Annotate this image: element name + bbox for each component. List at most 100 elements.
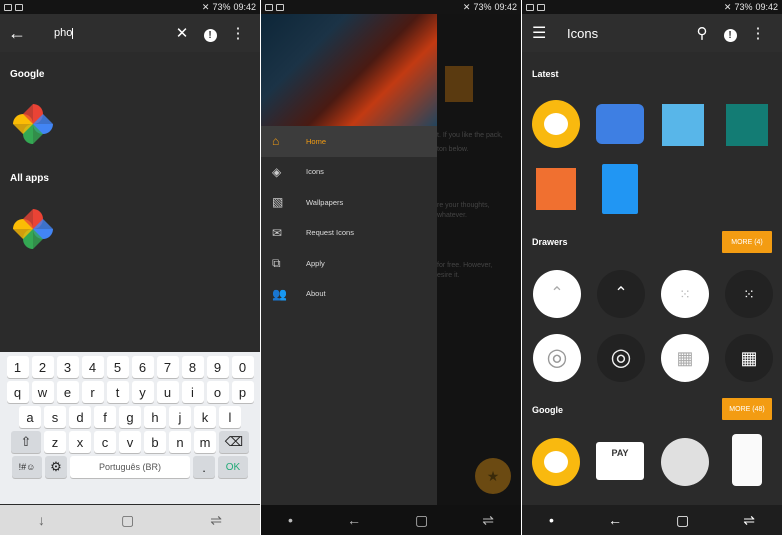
key-k[interactable]: k (194, 406, 216, 428)
duo-icon[interactable] (596, 104, 644, 144)
nav-back-icon[interactable]: ← (347, 512, 361, 528)
drawer-grid-icon[interactable]: ▦ (661, 334, 709, 382)
drawer-chevron-dark-icon[interactable]: ⌃ (597, 270, 645, 318)
symbols-key[interactable]: !#☺ (12, 456, 42, 478)
key-o[interactable]: o (206, 381, 229, 403)
menu-icon[interactable]: ☰ (532, 23, 567, 43)
drawer-item-home[interactable]: ⌂ Home (261, 126, 437, 157)
key-b[interactable]: b (144, 431, 166, 453)
key-2[interactable]: 2 (31, 356, 54, 378)
drawer-item-label: Home (306, 136, 327, 146)
key-a[interactable]: a (19, 406, 41, 428)
nav-recent-icon[interactable]: ⇌ (743, 512, 755, 529)
fingerprint-dark-icon[interactable]: ◎ (597, 334, 645, 382)
more-google-button[interactable]: MORE (48) (722, 398, 772, 420)
section-google: Google (10, 69, 45, 80)
key-1[interactable]: 1 (6, 356, 29, 378)
key-s[interactable]: s (44, 406, 66, 428)
google-photos-icon[interactable] (9, 205, 57, 253)
key-j[interactable]: j (169, 406, 191, 428)
key-m[interactable]: m (194, 431, 216, 453)
allo-icon[interactable] (532, 438, 580, 486)
key-6[interactable]: 6 (131, 356, 154, 378)
back-arrow-icon[interactable]: ← (8, 23, 38, 44)
gallery-notif-icon (4, 3, 12, 11)
key-g[interactable]: g (119, 406, 141, 428)
ok-key[interactable]: OK (218, 456, 248, 478)
drawer-item-about[interactable]: 👥 About (261, 279, 437, 310)
key-v[interactable]: v (119, 431, 141, 453)
key-y[interactable]: y (131, 381, 154, 403)
key-e[interactable]: e (56, 381, 79, 403)
overflow-menu-icon[interactable]: ⋮ (224, 24, 252, 42)
key-x[interactable]: x (69, 431, 91, 453)
key-r[interactable]: r (81, 381, 104, 403)
key-u[interactable]: u (156, 381, 179, 403)
key-c[interactable]: c (94, 431, 116, 453)
drawer-dots-icon[interactable]: ⁙ (661, 270, 709, 318)
key-4[interactable]: 4 (81, 356, 104, 378)
photos-app-icon[interactable] (726, 104, 768, 146)
mute-icon: ✕ (462, 1, 471, 12)
key-i[interactable]: i (181, 381, 204, 403)
drawer-item-wallpapers[interactable]: ▧ Wallpapers (261, 187, 437, 218)
drawer-grid-dark-icon[interactable]: ▦ (725, 334, 773, 382)
key-q[interactable]: q (6, 381, 29, 403)
nav-back-icon[interactable]: ← (608, 512, 622, 528)
key-w[interactable]: w (31, 381, 54, 403)
wallpaper-icon[interactable] (536, 168, 576, 210)
drawer-chevron-icon[interactable]: ⌃ (533, 270, 581, 318)
more-drawers-button[interactable]: MORE (4) (722, 231, 772, 253)
key-3[interactable]: 3 (56, 356, 79, 378)
key-9[interactable]: 9 (206, 356, 229, 378)
alert-button[interactable]: ! (196, 25, 224, 42)
key-p[interactable]: p (231, 381, 254, 403)
status-bar: ✕ 73% 09:42 (0, 0, 260, 14)
clock: 09:42 (233, 2, 256, 12)
key-8[interactable]: 8 (181, 356, 204, 378)
device-icon[interactable] (732, 434, 762, 486)
drawer-item-apply[interactable]: ⧉ Apply (261, 248, 437, 279)
allo-icon-bubble (544, 451, 568, 473)
backspace-key-icon[interactable]: ⌫ (219, 431, 249, 453)
key-l[interactable]: l (219, 406, 241, 428)
drawer-item-icons[interactable]: ◈ Icons (261, 157, 437, 188)
android-wear-icon[interactable] (661, 438, 709, 486)
nav-down-icon[interactable]: ↓ (38, 512, 45, 528)
overflow-menu-icon[interactable]: ⋮ (744, 24, 772, 42)
google-photos-icon[interactable] (9, 100, 57, 148)
drawer-item-request-icons[interactable]: ✉ Request Icons (261, 218, 437, 249)
space-key[interactable]: Português (BR) (70, 456, 190, 478)
key-0[interactable]: 0 (231, 356, 254, 378)
nav-recent-icon[interactable]: ⇌ (482, 512, 494, 529)
rate-fab-star-icon[interactable]: ★ (475, 458, 511, 494)
alert-button[interactable]: ! (716, 25, 744, 42)
settings-key-icon[interactable]: ⚙ (45, 456, 67, 478)
key-f[interactable]: f (94, 406, 116, 428)
allo-icon[interactable] (532, 100, 580, 148)
clear-icon[interactable]: ✕ (168, 24, 196, 42)
nav-bar: • ← ▢ ⇌ (261, 505, 521, 535)
shift-key-icon[interactable]: ⇧ (11, 431, 41, 453)
tasks-icon[interactable] (602, 164, 638, 214)
battery-level: 73% (212, 2, 231, 12)
search-input[interactable]: pho (38, 27, 168, 39)
key-h[interactable]: h (144, 406, 166, 428)
key-z[interactable]: z (44, 431, 66, 453)
nav-home-icon[interactable]: ▢ (676, 512, 689, 529)
drawer-dots-dark-icon[interactable]: ⁙ (725, 270, 773, 318)
key-n[interactable]: n (169, 431, 191, 453)
key-7[interactable]: 7 (156, 356, 179, 378)
search-icon[interactable]: ⚲ (688, 24, 716, 42)
key-d[interactable]: d (69, 406, 91, 428)
key-t[interactable]: t (106, 381, 129, 403)
nav-home-icon[interactable]: ▢ (415, 512, 428, 529)
nav-home-icon[interactable]: ▢ (121, 512, 134, 529)
period-key[interactable]: . (193, 456, 215, 478)
gallery-icon[interactable] (662, 104, 704, 146)
android-pay-icon[interactable]: PAY (596, 442, 644, 480)
key-5[interactable]: 5 (106, 356, 129, 378)
fingerprint-icon[interactable]: ◎ (533, 334, 581, 382)
section-latest: Latest (532, 69, 559, 79)
nav-recent-icon[interactable]: ⇌ (210, 512, 222, 529)
